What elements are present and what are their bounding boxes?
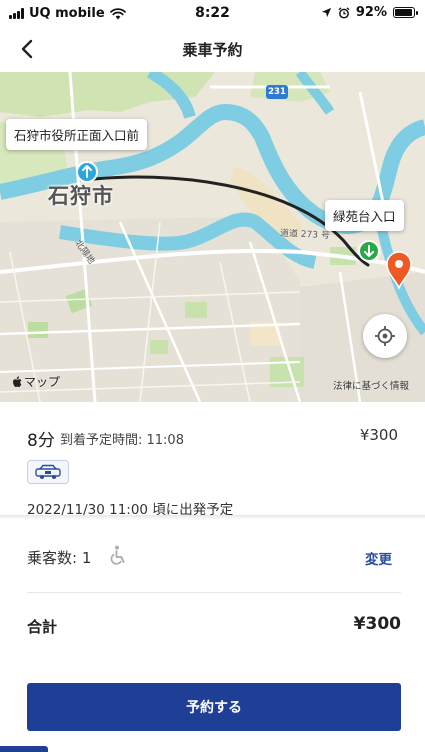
page-title: 乗車予約 [182, 41, 243, 59]
map-attribution[interactable]: マップ [12, 373, 60, 390]
dropoff-pin-icon[interactable] [358, 240, 380, 262]
road-label: 道道 273 号 [279, 228, 331, 242]
legal-link[interactable]: 法律に基づく情報 [333, 378, 409, 392]
trip-fare: ¥300 [359, 426, 398, 444]
map-attribution-label: マップ [24, 375, 61, 389]
alarm-icon [338, 6, 350, 19]
status-right: 92% [321, 5, 418, 20]
route-map[interactable]: 石狩市役所正面入口前 緑苑台入口 石狩市 道道 273 号 北陽地 231 マッ… [0, 72, 425, 402]
city-label: 石狩市 [48, 184, 114, 208]
app-header: 乗車予約 [0, 28, 425, 70]
battery-percent: 92% [355, 5, 387, 20]
passenger-row: 乗客数: 1 変更 [0, 520, 425, 592]
pickup-callout[interactable]: 石狩市役所正面入口前 [6, 119, 148, 150]
arrival-time: 到着予定時間: 11:08 [60, 433, 184, 448]
chevron-left-icon [21, 39, 33, 59]
dropoff-callout[interactable]: 緑苑台入口 [325, 200, 404, 231]
crosshair-icon [375, 326, 395, 346]
total-row: 合計 ¥300 [0, 593, 425, 663]
back-button[interactable] [12, 35, 42, 63]
trip-summary: 8分 到着予定時間: 11:08 ¥300 2022/11/30 11:00 頃… [0, 402, 425, 518]
status-bar: UQ mobile 8:22 92% [0, 0, 425, 28]
taxi-icon [35, 464, 61, 479]
reserve-button[interactable]: 予約する [27, 683, 401, 731]
battery-fill [395, 9, 412, 16]
home-indicator [0, 746, 48, 752]
current-location-button[interactable] [363, 314, 407, 358]
vehicle-badge [27, 460, 69, 484]
apple-logo-icon [13, 375, 22, 387]
destination-marker-icon[interactable] [384, 250, 414, 290]
trip-duration: 8分 [27, 431, 55, 451]
wheelchair-icon [110, 545, 125, 565]
change-passengers-link[interactable]: 変更 [365, 548, 392, 568]
total-amount: ¥300 [353, 614, 401, 634]
highway-shield: 231 [266, 85, 288, 99]
total-label: 合計 [27, 618, 58, 636]
passenger-count: 乗客数: 1 [27, 549, 92, 567]
battery-icon [393, 7, 418, 18]
pickup-pin-icon[interactable] [76, 161, 98, 183]
location-arrow-icon [321, 7, 331, 18]
